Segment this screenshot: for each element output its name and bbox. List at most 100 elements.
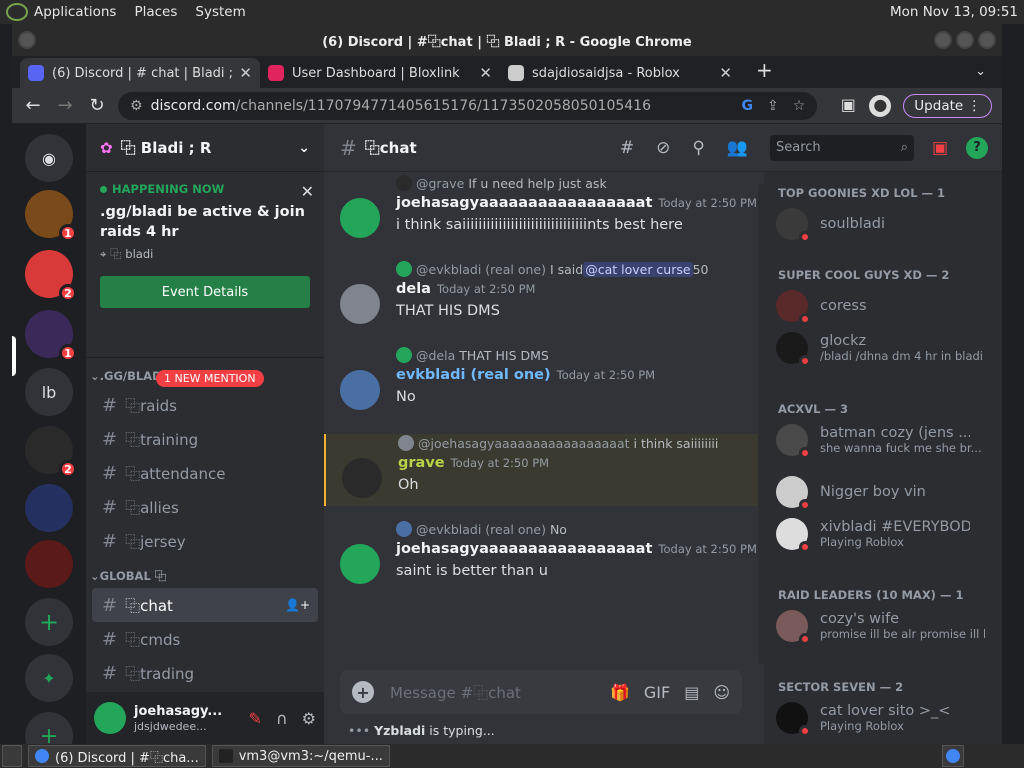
member-item[interactable]: glockz/bladi /dhna dm 4 hr in bladi <box>776 332 996 367</box>
reply-preview[interactable]: @evkbladi (real one) I said @cat lover cu… <box>396 260 758 278</box>
tab-roblox[interactable]: sdajdiosaidjsa - Roblox ✕ <box>500 58 740 88</box>
back-icon[interactable]: ← <box>22 95 44 116</box>
close-event-icon[interactable]: ✕ <box>301 182 314 201</box>
channel-item[interactable]: # ⿻cmds <box>92 622 318 656</box>
server-icon[interactable] <box>25 484 73 532</box>
side-panel-icon[interactable]: ▣ <box>837 95 859 117</box>
new-tab-icon[interactable]: + <box>756 58 773 82</box>
notification-mute-icon[interactable]: ⊘ <box>656 138 670 158</box>
forward-icon[interactable]: → <box>54 95 76 116</box>
window-menu-icon[interactable] <box>18 31 36 49</box>
help-icon[interactable]: ? <box>966 136 989 159</box>
mute-mic-icon[interactable]: ✎ <box>249 709 262 728</box>
channel-item[interactable]: # ⿻jersey <box>92 524 318 558</box>
show-desktop-icon[interactable] <box>2 745 22 767</box>
chevron-down-icon[interactable]: ⌄ <box>298 140 310 156</box>
member-item[interactable]: xivbladi #EVERYBOD... Playing Roblox <box>776 518 996 553</box>
discord-home-icon[interactable]: ◉ <box>25 134 73 182</box>
event-details-button[interactable]: Event Details <box>100 276 310 308</box>
server-icon[interactable]: 2 <box>25 426 77 478</box>
member-item[interactable]: cozy's wife promise ill be alr promise il… <box>776 610 996 645</box>
avatar[interactable] <box>94 702 126 734</box>
minimize-icon[interactable] <box>934 31 952 49</box>
reply-preview[interactable]: @joehasagyaaaaaaaaaaaaaaaaat i think saii… <box>398 434 758 452</box>
close-tab-icon[interactable]: ✕ <box>479 64 492 82</box>
site-info-icon[interactable]: ⚙ <box>130 98 143 114</box>
server-icon[interactable] <box>25 540 73 588</box>
member-item[interactable]: coress <box>776 290 996 325</box>
clock[interactable]: Mon Nov 13, 09:51 <box>890 4 1018 20</box>
author-name[interactable]: joehasagyaaaaaaaaaaaaaaaaat <box>396 541 652 557</box>
server-icon[interactable]: lb <box>25 368 73 416</box>
close-tab-icon[interactable]: ✕ <box>239 64 252 82</box>
search-input[interactable]: Search ⌕ <box>770 134 914 161</box>
menu-applications[interactable]: Applications <box>34 4 116 20</box>
pin-icon[interactable]: ⚲ <box>692 138 704 158</box>
settings-gear-icon[interactable]: ⚙ <box>302 709 316 728</box>
add-member-icon[interactable]: 👤+ <box>285 598 310 612</box>
emoji-icon[interactable]: ☺ <box>713 683 730 702</box>
gift-icon[interactable]: 🎁 <box>610 683 630 702</box>
author-name[interactable]: dela <box>396 281 431 297</box>
reload-icon[interactable]: ↻ <box>86 95 108 116</box>
share-icon[interactable]: ⇪ <box>767 98 779 114</box>
close-tab-icon[interactable]: ✕ <box>719 64 732 82</box>
guild-header[interactable]: ✿ ⿻ Bladi ; R ⌄ <box>86 124 324 172</box>
tab-bloxlink[interactable]: User Dashboard | Bloxlink ✕ <box>260 58 500 88</box>
menu-places[interactable]: Places <box>134 4 177 20</box>
tab-search-chevron-icon[interactable]: ⌄ <box>975 64 986 79</box>
tab-discord[interactable]: (6) Discord | # chat | Bladi ; R ✕ <box>20 58 260 88</box>
avatar[interactable] <box>340 284 380 324</box>
member-item[interactable]: soulbladi <box>776 208 996 243</box>
avatar[interactable] <box>342 458 382 498</box>
channel-item[interactable]: # ⿻chat 👤+ <box>92 588 318 622</box>
channel-label: ⿻attendance <box>125 464 226 483</box>
server-icon[interactable]: 1 <box>25 310 77 362</box>
channel-item[interactable]: # ⿻allies <box>92 490 318 524</box>
server-icon[interactable]: 2 <box>25 250 77 302</box>
channel-item[interactable]: # ⿻training <box>92 422 318 456</box>
new-mention-pill[interactable]: 1 NEW MENTION <box>156 370 264 387</box>
author-name[interactable]: joehasagyaaaaaaaaaaaaaaaaat <box>396 195 652 211</box>
author-name[interactable]: grave <box>398 455 445 471</box>
event-location: ⌖ ⿻ bladi <box>100 246 310 262</box>
tray-chrome-icon[interactable] <box>942 745 964 767</box>
google-icon[interactable]: G <box>742 98 754 114</box>
maximize-icon[interactable] <box>956 31 974 49</box>
avatar[interactable] <box>340 544 380 584</box>
member-item[interactable]: Nigger boy vin <box>776 476 996 511</box>
channel-item[interactable]: # ⿻raids <box>92 388 318 422</box>
server-icon[interactable]: 1 <box>25 190 77 242</box>
threads-icon[interactable]: # <box>620 138 634 158</box>
author-name[interactable]: evkbladi (real one) <box>396 367 551 383</box>
menu-system[interactable]: System <box>195 4 245 20</box>
channel-item[interactable]: # ⿻attendance <box>92 456 318 490</box>
window-titlebar[interactable]: (6) Discord | #⿻chat | ⿻ Bladi ; R - Goo… <box>12 24 1002 56</box>
category-header[interactable]: ⌄ GLOBAL ⿻ <box>86 564 324 588</box>
taskbar-item-terminal[interactable]: vm3@vm3:~/qemu-... <box>211 745 390 767</box>
upload-plus-icon[interactable]: + <box>352 681 374 703</box>
add-server-icon[interactable]: + <box>25 598 73 646</box>
system-logo-icon[interactable] <box>6 3 28 21</box>
update-button[interactable]: Update ⋮ <box>903 93 992 118</box>
profile-avatar-icon[interactable]: ● <box>869 94 892 117</box>
avatar[interactable] <box>340 370 380 410</box>
headphones-icon[interactable]: ∩ <box>276 709 288 728</box>
reply-preview[interactable]: @dela THAT HIS DMS <box>396 346 758 364</box>
channel-item[interactable]: # ⿻trading <box>92 656 318 690</box>
explore-servers-icon[interactable]: ✦ <box>25 654 73 702</box>
bookmark-star-icon[interactable]: ☆ <box>793 98 806 114</box>
member-list-icon[interactable]: 👥 <box>727 138 748 158</box>
message-input[interactable]: Message #⿻chat <box>390 682 521 703</box>
avatar[interactable] <box>340 198 380 238</box>
sticker-icon[interactable]: ▤ <box>684 683 699 702</box>
close-window-icon[interactable] <box>978 31 996 49</box>
member-item[interactable]: batman cozy (jens ... she wanna fuck me s… <box>776 424 996 459</box>
gif-icon[interactable]: GIF <box>644 683 670 702</box>
reply-preview[interactable]: @evkbladi (real one) No <box>396 520 758 538</box>
inbox-icon[interactable]: ▣ <box>932 138 948 158</box>
reply-preview[interactable]: @grave If u need help just ask <box>396 174 758 192</box>
url-field[interactable]: ⚙ discord.com /channels/1170794771405615… <box>118 91 818 120</box>
member-item[interactable]: cat lover sito >_< Playing Roblox <box>776 702 996 737</box>
taskbar-item-chrome[interactable]: (6) Discord | #⿻cha... <box>28 745 206 767</box>
